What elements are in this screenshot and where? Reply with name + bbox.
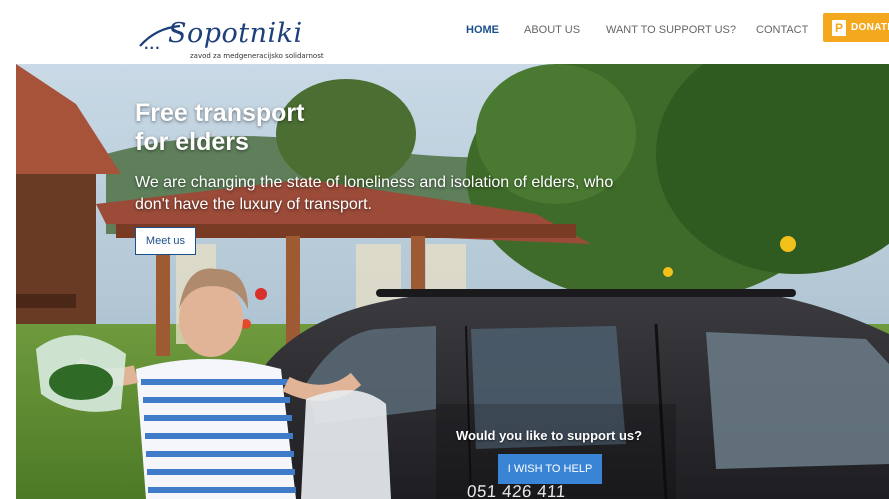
meet-us-button[interactable]: Meet us [135, 227, 196, 255]
support-question: Would you like to support us? [456, 428, 643, 443]
hero-subtitle: We are changing the state of loneliness … [135, 174, 614, 213]
logo-tagline: zavod za medgeneracijsko solidarnost [190, 52, 324, 60]
logo-text: Sopotniki [168, 18, 303, 49]
nav-about-us[interactable]: ABOUT US [524, 24, 580, 36]
donate-label: DONATE [851, 22, 889, 33]
nav-home[interactable]: HOME [466, 24, 499, 36]
paypal-icon: P [832, 19, 846, 36]
nav-contact[interactable]: CONTACT [756, 24, 808, 36]
donate-button[interactable]: P DONATE [823, 13, 889, 42]
logo[interactable]: ... Sopotniki zavod za medgeneracijsko s… [136, 10, 326, 62]
hero-banner: Free transport for elders We are changin… [16, 64, 889, 499]
hero-title: Free transport for elders [135, 99, 495, 157]
hero-title-line-2: for elders [135, 128, 249, 156]
site-header: ... Sopotniki zavod za medgeneracijsko s… [0, 0, 889, 64]
i-wish-to-help-button[interactable]: I WISH TO HELP [498, 454, 602, 484]
car-phone-number: 051 426 411 [466, 482, 567, 499]
hero-title-line-1: Free transport [135, 99, 305, 127]
logo-dots: ... [144, 38, 161, 52]
nav-want-to-support-us[interactable]: WANT TO SUPPORT US? [606, 24, 736, 36]
